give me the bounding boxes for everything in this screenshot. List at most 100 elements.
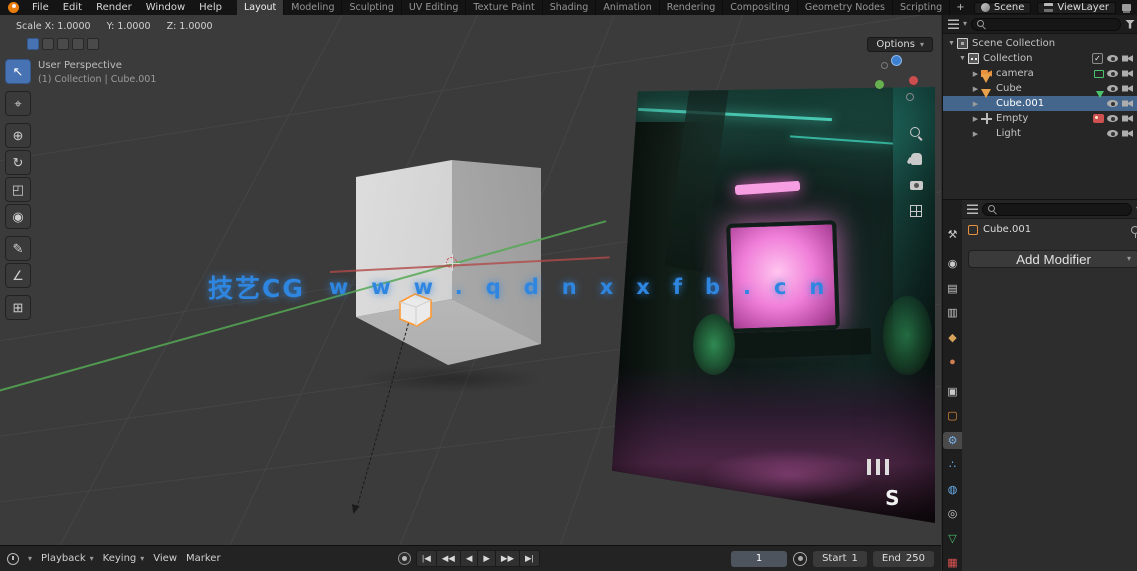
outliner-row-cube-001[interactable]: ▶ Cube.001 [943,89,1137,111]
workspace-tab-uv-editing[interactable]: UV Editing [402,0,467,15]
chevron-down-icon[interactable]: ▾ [28,554,32,563]
render-visibility-icon[interactable] [1122,115,1133,122]
reference-image-plane[interactable]: S [612,87,935,523]
properties-tab-render[interactable]: ◉ [943,256,962,273]
eye-visibility-icon[interactable] [1107,70,1118,77]
workspace-tab-rendering[interactable]: Rendering [660,0,724,15]
workspace-tab-geometry-nodes[interactable]: Geometry Nodes [798,0,893,15]
workspace-tab-modeling[interactable]: Modeling [284,0,343,15]
menu-window[interactable]: Window [139,2,192,13]
play-reverse-button[interactable]: ◀ [461,551,479,566]
outliner-search-input[interactable] [990,18,1116,30]
auto-keying-record-button[interactable] [398,552,411,565]
start-frame-field[interactable]: Start 1 [813,550,867,567]
marker-menu[interactable]: Marker [186,553,221,564]
properties-tab-world[interactable]: ● [943,354,962,371]
tool-cursor[interactable]: ⌖ [5,91,31,116]
menu-edit[interactable]: Edit [56,2,89,13]
current-frame-field[interactable]: 1 [731,550,788,567]
zoom-button[interactable] [906,123,926,143]
disclosure-triangle-icon[interactable]: ▶ [970,100,981,108]
disclosure-triangle-icon[interactable]: ▶ [970,115,981,123]
blender-logo-icon[interactable] [7,2,22,13]
properties-tab-object[interactable]: ▢ [943,408,962,425]
tool-transform[interactable]: ◉ [5,204,31,229]
add-modifier-button[interactable]: Add Modifier ▾ [968,250,1137,268]
outliner-row-collection[interactable]: ▼ Collection [943,51,1137,66]
tool-scale[interactable]: ◰ [5,177,31,202]
outliner-row-cube[interactable]: ▶ Cube [943,74,1137,96]
properties-tab-collection[interactable]: ▣ [943,383,962,400]
end-frame-field[interactable]: End 250 [872,550,934,567]
tool-add-cube[interactable]: ⊞ [5,295,31,320]
eye-visibility-icon[interactable] [1107,130,1118,137]
properties-tab-physics[interactable]: ◍ [943,481,962,498]
tool-measure[interactable]: ∠ [5,263,31,288]
viewport-3d[interactable]: S 技艺CG www.qdnxxfb.cn Scale X: 1.0000 Y:… [0,15,941,545]
view-menu[interactable]: View [153,553,177,564]
eye-visibility-icon[interactable] [1107,115,1118,122]
menu-render[interactable]: Render [89,2,139,13]
gizmo-z-axis-dot[interactable] [891,55,902,66]
jump-to-start-button[interactable]: |◀ [417,551,437,566]
disclosure-triangle-icon[interactable]: ▶ [970,130,981,138]
workspace-tab-compositing[interactable]: Compositing [723,0,798,15]
options-button[interactable]: Options ▾ [867,37,933,52]
outliner-editor-icon[interactable] [948,19,959,29]
outliner-row-scene-collection[interactable]: ▼ Scene Collection [943,36,1137,51]
properties-tab-texture[interactable]: ▦ [943,555,962,571]
pin-icon[interactable] [1131,225,1137,238]
play-button[interactable]: ▶ [478,551,496,566]
viewport-toggle-button[interactable] [42,38,54,50]
workspace-tab-sculpting[interactable]: Sculpting [342,0,402,15]
workspace-tab-layout[interactable]: Layout [236,0,285,15]
viewport-toggle-button[interactable] [57,38,69,50]
workspace-tab-scripting[interactable]: Scripting [893,0,951,15]
scene-selector[interactable]: Scene [973,1,1032,14]
previous-keyframe-button[interactable]: ◀◀ [437,551,461,566]
menu-help[interactable]: Help [192,2,229,13]
playback-menu[interactable]: Playback ▾ [41,553,94,564]
tool-move[interactable]: ⊕ [5,123,31,148]
workspace-tab-animation[interactable]: Animation [596,0,660,15]
tool-rotate[interactable]: ↻ [5,150,31,175]
jump-to-end-button[interactable]: ▶| [520,551,539,566]
properties-tab-constraints[interactable]: ◎ [943,506,962,523]
pan-button[interactable] [906,149,926,169]
outliner-row-light[interactable]: ▶ Light [943,126,1137,141]
properties-tab-tool[interactable]: ⚒ [943,226,962,243]
outliner-search[interactable] [971,17,1122,31]
menu-file[interactable]: File [25,2,56,13]
ortho-toggle-button[interactable] [906,201,926,221]
properties-editor-icon[interactable] [967,204,978,214]
filter-icon[interactable] [1125,19,1136,29]
disclosure-triangle-icon[interactable]: ▼ [957,55,968,62]
timeline-editor-icon[interactable] [7,552,19,565]
camera-view-button[interactable] [906,175,926,195]
viewlayer-selector[interactable]: ViewLayer [1037,1,1116,14]
properties-tab-scene[interactable]: ◆ [943,329,962,346]
disclosure-triangle-icon[interactable]: ▼ [946,40,957,47]
chevron-down-icon[interactable]: ▾ [963,20,967,28]
render-visibility-icon[interactable] [1122,100,1133,107]
properties-tab-modifiers[interactable]: ⚙ [943,432,962,449]
viewport-toggle-button[interactable] [27,38,39,50]
properties-tab-view-layer[interactable]: ▥ [943,305,962,322]
tool-select-box[interactable]: ↖ [5,59,31,84]
next-keyframe-button[interactable]: ▶▶ [496,551,520,566]
properties-tab-particles[interactable]: ∴ [943,457,962,474]
outliner-row-empty[interactable]: ▶ Empty [943,111,1137,126]
gizmo-y-axis-dot[interactable] [875,80,884,89]
properties-search[interactable] [982,202,1132,216]
properties-tab-output[interactable]: ▤ [943,280,962,297]
gizmo-x-axis-dot[interactable] [909,76,918,85]
gizmo-axis-dot-hollow[interactable] [881,62,888,69]
collection-checkbox[interactable] [1092,53,1103,64]
viewport-toggle-button[interactable] [72,38,84,50]
gizmo-axis-dot-hollow[interactable] [906,93,914,101]
use-preview-range-icon[interactable] [793,551,808,566]
navigation-gizmo[interactable] [872,53,924,107]
disclosure-triangle-icon[interactable]: ▶ [970,85,981,93]
eye-visibility-icon[interactable] [1107,55,1118,62]
keying-menu[interactable]: Keying ▾ [103,553,145,564]
